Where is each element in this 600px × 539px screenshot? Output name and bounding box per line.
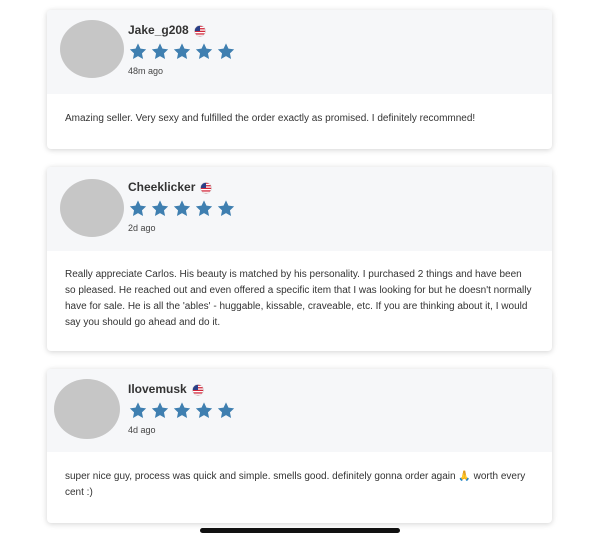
star-icon: [172, 199, 192, 218]
review-time: 48m ago: [128, 66, 164, 76]
star-icon: [194, 42, 214, 61]
star-rating: [128, 401, 236, 420]
reviewer-name[interactable]: Cheeklicker: [128, 180, 195, 194]
review-time: 4d ago: [128, 425, 156, 435]
review-header: Ilovemusk 4d ago: [47, 369, 552, 452]
avatar[interactable]: [60, 20, 124, 78]
avatar[interactable]: [60, 179, 124, 237]
star-icon: [128, 199, 148, 218]
star-icon: [194, 199, 214, 218]
review-text: super nice guy, process was quick and si…: [65, 471, 526, 498]
reviewer-name[interactable]: Ilovemusk: [128, 382, 187, 396]
star-icon: [172, 42, 192, 61]
reviewer-name[interactable]: Jake_g208: [128, 23, 189, 37]
star-icon: [150, 42, 170, 61]
review-header: Jake_g208 48m ago: [47, 10, 552, 94]
star-icon: [216, 42, 236, 61]
star-rating: [128, 42, 236, 61]
us-flag-icon: [200, 181, 213, 194]
review-card: Cheeklicker 2d ago Really appreciate Car…: [47, 167, 552, 351]
star-icon: [128, 401, 148, 420]
star-icon: [216, 401, 236, 420]
review-header: Cheeklicker 2d ago: [47, 167, 552, 251]
us-flag-icon: [193, 24, 206, 37]
star-icon: [194, 401, 214, 420]
avatar[interactable]: [54, 379, 120, 439]
review-text: Amazing seller. Very sexy and fulfilled …: [65, 113, 476, 124]
star-icon: [216, 199, 236, 218]
star-icon: [172, 401, 192, 420]
review-card: Ilovemusk 4d ago super nice guy, process…: [47, 369, 552, 523]
star-rating: [128, 199, 236, 218]
review-card: Jake_g208 48m ago Amazing seller. Very s…: [47, 10, 552, 149]
review-text: Really appreciate Carlos. His beauty is …: [65, 269, 532, 328]
home-indicator[interactable]: [200, 528, 400, 533]
star-icon: [128, 42, 148, 61]
star-icon: [150, 199, 170, 218]
star-icon: [150, 401, 170, 420]
review-time: 2d ago: [128, 223, 156, 233]
us-flag-icon: [191, 383, 204, 396]
